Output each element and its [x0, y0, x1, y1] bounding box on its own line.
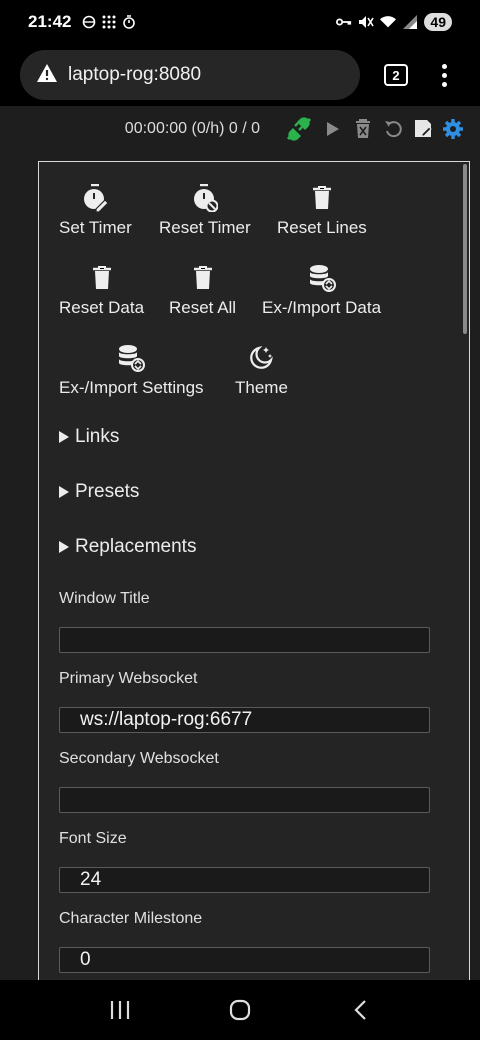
undo-icon[interactable] [382, 118, 404, 140]
set-timer-button[interactable]: Set Timer [59, 184, 132, 238]
settings-gear-icon[interactable] [442, 118, 464, 140]
delete-line-icon[interactable] [352, 118, 374, 140]
expand-triangle-icon [59, 541, 69, 553]
action-label: Reset All [169, 298, 237, 317]
status-bar: 21:42 49 [0, 0, 480, 44]
browser-menu-icon[interactable] [442, 63, 447, 87]
action-label: Ex-/Import Settings [59, 378, 204, 397]
presets-section-toggle[interactable]: Presets [59, 481, 139, 503]
action-label: Ex-/Import Data [262, 298, 382, 317]
export-import-settings-button[interactable]: Ex-/Import Settings [59, 344, 204, 398]
websocket-connected-icon[interactable] [284, 117, 314, 141]
dialpad-icon [101, 14, 117, 30]
primary-websocket-label: Primary Websocket [59, 670, 198, 687]
tab-switcher-button[interactable]: 2 [384, 64, 408, 86]
back-icon[interactable] [340, 990, 380, 1030]
character-milestone-input[interactable]: 0 [59, 947, 430, 973]
reset-lines-button[interactable]: Reset Lines [277, 184, 367, 238]
expand-triangle-icon [59, 431, 69, 443]
settings-panel: Set Timer Reset Timer Reset Lines Reset … [38, 161, 470, 980]
vpn-icon [81, 14, 97, 30]
reset-data-button[interactable]: Reset Data [59, 264, 144, 318]
browser-bar: laptop-rog:8080 2 [0, 44, 480, 106]
window-title-label: Window Title [59, 590, 150, 607]
edit-notes-icon[interactable] [412, 118, 434, 140]
key-icon [336, 14, 352, 30]
warning-icon[interactable] [36, 63, 58, 88]
trash-icon [189, 264, 217, 292]
section-label: Presets [75, 481, 140, 502]
window-title-input[interactable] [59, 627, 430, 653]
secondary-websocket-input[interactable] [59, 787, 430, 813]
expand-triangle-icon [59, 486, 69, 498]
battery-indicator: 49 [424, 13, 452, 31]
timer-edit-icon [81, 184, 109, 212]
signal-icon [402, 14, 418, 30]
export-import-data-button[interactable]: Ex-/Import Data [262, 264, 381, 318]
section-label: Links [75, 426, 120, 447]
action-label: Reset Timer [159, 218, 251, 237]
character-milestone-label: Character Milestone [59, 910, 203, 927]
page-content: 00:00:00 (0/h) 0 / 0 Set Timer Reset Tim… [0, 106, 480, 980]
trash-icon [88, 264, 116, 292]
wifi-icon [380, 14, 397, 30]
home-icon[interactable] [220, 990, 260, 1030]
section-label: Replacements [75, 536, 197, 557]
timer-readout: 00:00:00 (0/h) 0 / 0 [124, 120, 260, 137]
font-size-label: Font Size [59, 830, 127, 847]
links-section-toggle[interactable]: Links [59, 426, 119, 448]
play-icon[interactable] [322, 118, 344, 140]
database-sync-icon [308, 264, 336, 292]
reset-all-button[interactable]: Reset All [169, 264, 236, 318]
url-text[interactable]: laptop-rog:8080 [68, 64, 201, 86]
mute-icon [358, 14, 375, 30]
reset-timer-button[interactable]: Reset Timer [159, 184, 251, 238]
recent-apps-icon[interactable] [100, 990, 140, 1030]
action-label: Set Timer [59, 218, 132, 237]
stopwatch-icon [121, 14, 137, 30]
address-bar[interactable]: laptop-rog:8080 [20, 50, 360, 100]
font-size-input[interactable]: 24 [59, 867, 430, 893]
secondary-websocket-label: Secondary Websocket [59, 750, 219, 767]
toolbar: 00:00:00 (0/h) 0 / 0 [124, 117, 464, 141]
theme-button[interactable]: Theme [235, 344, 288, 398]
panel-scrollbar[interactable] [463, 164, 467, 334]
database-sync-icon [117, 344, 146, 372]
replacements-section-toggle[interactable]: Replacements [59, 536, 196, 558]
timer-reset-icon [191, 184, 219, 212]
system-nav-bar [0, 980, 480, 1040]
action-label: Reset Lines [277, 218, 367, 237]
trash-icon [308, 184, 336, 212]
moon-stars-icon [247, 344, 275, 372]
action-label: Theme [235, 378, 288, 397]
status-time: 21:42 [28, 12, 72, 31]
primary-websocket-input[interactable]: ws://laptop-rog:6677 [59, 707, 430, 733]
action-label: Reset Data [59, 298, 145, 317]
